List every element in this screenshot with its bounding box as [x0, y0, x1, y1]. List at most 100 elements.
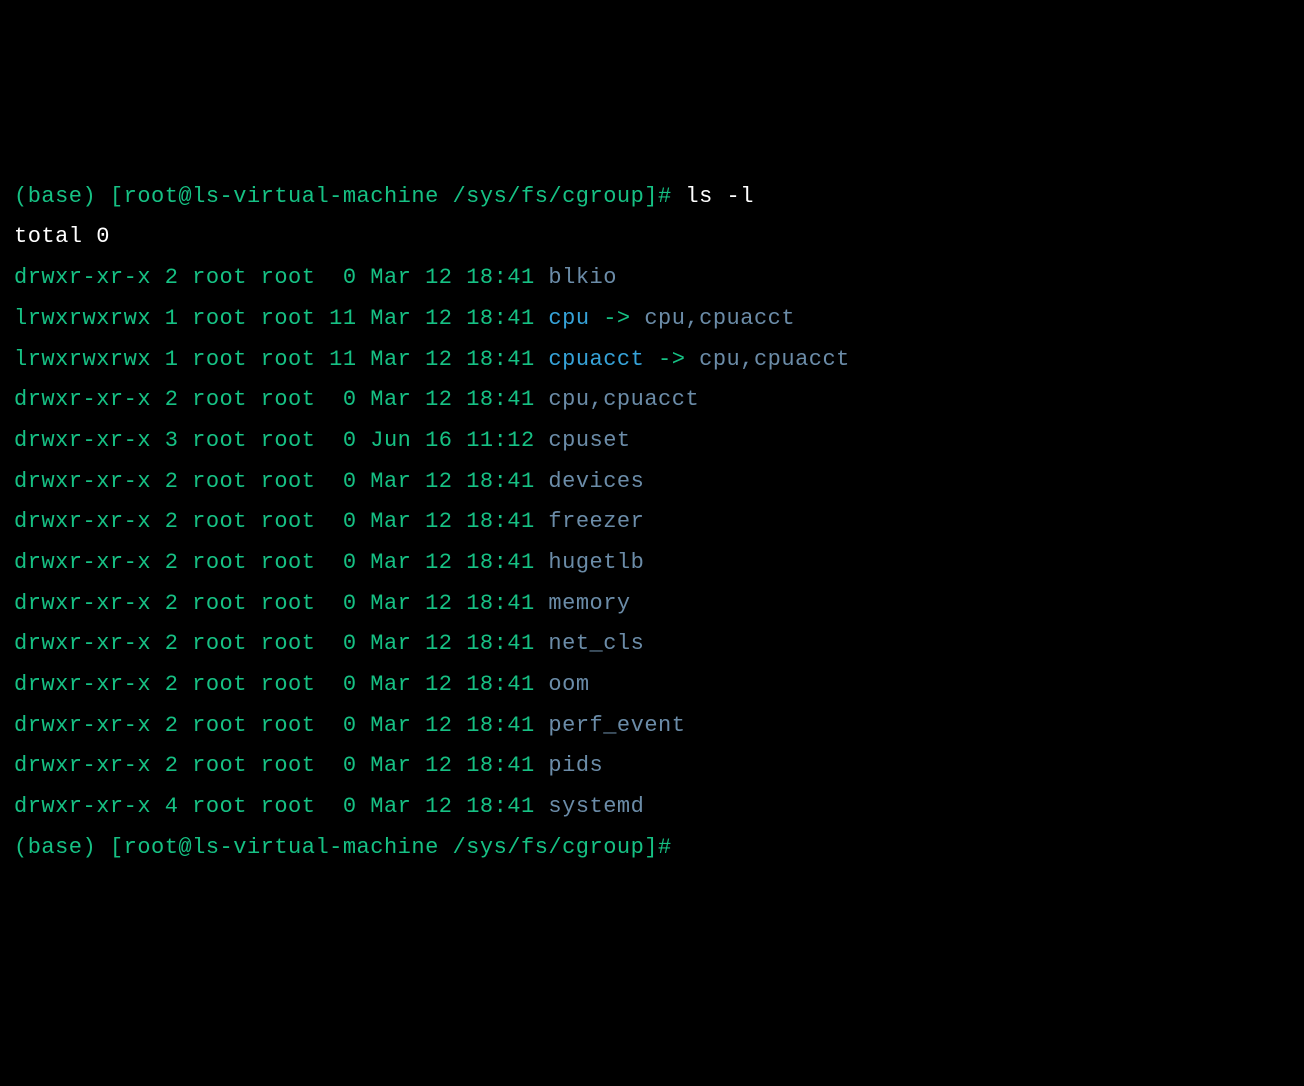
file-owner: root [192, 753, 247, 778]
listing-row: drwxr-xr-x 2 root root 0 Mar 12 18:41 hu… [14, 550, 644, 575]
file-owner: root [192, 347, 247, 372]
file-permissions: drwxr-xr-x [14, 469, 151, 494]
file-date: Mar 12 18:41 [370, 713, 534, 738]
file-size: 0 [329, 591, 356, 616]
file-permissions: lrwxrwxrwx [14, 347, 151, 372]
file-size: 0 [329, 753, 356, 778]
file-name: oom [548, 672, 589, 697]
symlink-arrow: -> [590, 306, 645, 331]
listing-row: drwxr-xr-x 4 root root 0 Mar 12 18:41 sy… [14, 794, 644, 819]
file-owner: root [192, 591, 247, 616]
file-size: 0 [329, 672, 356, 697]
file-permissions: drwxr-xr-x [14, 672, 151, 697]
listing-row: drwxr-xr-x 2 root root 0 Mar 12 18:41 de… [14, 469, 644, 494]
user-host-path: [root@ls-virtual-machine /sys/fs/cgroup]… [110, 835, 672, 860]
file-size: 0 [329, 469, 356, 494]
file-size: 0 [329, 509, 356, 534]
listing-row: drwxr-xr-x 2 root root 0 Mar 12 18:41 cp… [14, 387, 699, 412]
file-group: root [261, 509, 316, 534]
listing-row: drwxr-xr-x 3 root root 0 Jun 16 11:12 cp… [14, 428, 631, 453]
file-owner: root [192, 550, 247, 575]
file-group: root [261, 713, 316, 738]
file-name: cpuacct [548, 347, 644, 372]
file-group: root [261, 265, 316, 290]
command-text: ls -l [685, 184, 754, 209]
file-size: 11 [329, 347, 356, 372]
file-name: blkio [548, 265, 617, 290]
file-group: root [261, 387, 316, 412]
file-owner: root [192, 265, 247, 290]
file-name: devices [548, 469, 644, 494]
link-count: 2 [165, 509, 179, 534]
file-date: Mar 12 18:41 [370, 509, 534, 534]
listing-row: drwxr-xr-x 2 root root 0 Mar 12 18:41 oo… [14, 672, 590, 697]
link-count: 2 [165, 713, 179, 738]
file-owner: root [192, 794, 247, 819]
file-date: Mar 12 18:41 [370, 591, 534, 616]
file-permissions: drwxr-xr-x [14, 631, 151, 656]
file-name: net_cls [548, 631, 644, 656]
file-permissions: drwxr-xr-x [14, 713, 151, 738]
listing-row: drwxr-xr-x 2 root root 0 Mar 12 18:41 bl… [14, 265, 617, 290]
file-name: hugetlb [548, 550, 644, 575]
file-name: cpu,cpuacct [548, 387, 699, 412]
file-group: root [261, 753, 316, 778]
link-count: 4 [165, 794, 179, 819]
file-size: 0 [329, 713, 356, 738]
listing-row: drwxr-xr-x 2 root root 0 Mar 12 18:41 pi… [14, 753, 603, 778]
link-count: 3 [165, 428, 179, 453]
terminal-output[interactable]: (base) [root@ls-virtual-machine /sys/fs/… [14, 177, 1290, 869]
listing-row: drwxr-xr-x 2 root root 0 Mar 12 18:41 ne… [14, 631, 644, 656]
file-group: root [261, 469, 316, 494]
file-size: 0 [329, 387, 356, 412]
file-size: 0 [329, 428, 356, 453]
file-name: perf_event [548, 713, 685, 738]
file-owner: root [192, 387, 247, 412]
file-group: root [261, 794, 316, 819]
file-group: root [261, 591, 316, 616]
file-permissions: drwxr-xr-x [14, 428, 151, 453]
link-count: 2 [165, 591, 179, 616]
symlink-arrow: -> [644, 347, 699, 372]
link-count: 1 [165, 347, 179, 372]
file-date: Mar 12 18:41 [370, 306, 534, 331]
listing-row: lrwxrwxrwx 1 root root 11 Mar 12 18:41 c… [14, 347, 850, 372]
file-date: Mar 12 18:41 [370, 387, 534, 412]
file-permissions: drwxr-xr-x [14, 753, 151, 778]
env-indicator: (base) [14, 184, 96, 209]
file-name: freezer [548, 509, 644, 534]
link-count: 2 [165, 753, 179, 778]
file-date: Mar 12 18:41 [370, 631, 534, 656]
listing-row: drwxr-xr-x 2 root root 0 Mar 12 18:41 me… [14, 591, 631, 616]
file-size: 0 [329, 794, 356, 819]
file-size: 11 [329, 306, 356, 331]
link-count: 2 [165, 265, 179, 290]
listing-row: drwxr-xr-x 2 root root 0 Mar 12 18:41 pe… [14, 713, 685, 738]
file-permissions: drwxr-xr-x [14, 265, 151, 290]
file-name: systemd [548, 794, 644, 819]
total-line: total 0 [14, 224, 110, 249]
file-group: root [261, 347, 316, 372]
file-permissions: drwxr-xr-x [14, 591, 151, 616]
file-group: root [261, 631, 316, 656]
file-size: 0 [329, 265, 356, 290]
file-name: cpu [548, 306, 589, 331]
file-owner: root [192, 509, 247, 534]
file-owner: root [192, 672, 247, 697]
file-group: root [261, 306, 316, 331]
file-permissions: drwxr-xr-x [14, 509, 151, 534]
prompt-line-1: (base) [root@ls-virtual-machine /sys/fs/… [14, 184, 754, 209]
file-date: Mar 12 18:41 [370, 469, 534, 494]
file-permissions: drwxr-xr-x [14, 387, 151, 412]
file-date: Mar 12 18:41 [370, 672, 534, 697]
file-group: root [261, 672, 316, 697]
file-name: memory [548, 591, 630, 616]
file-size: 0 [329, 631, 356, 656]
link-count: 2 [165, 387, 179, 412]
file-group: root [261, 428, 316, 453]
link-count: 1 [165, 306, 179, 331]
symlink-target: cpu,cpuacct [644, 306, 795, 331]
link-count: 2 [165, 469, 179, 494]
listing-row: lrwxrwxrwx 1 root root 11 Mar 12 18:41 c… [14, 306, 795, 331]
user-host-path: [root@ls-virtual-machine /sys/fs/cgroup]… [110, 184, 672, 209]
